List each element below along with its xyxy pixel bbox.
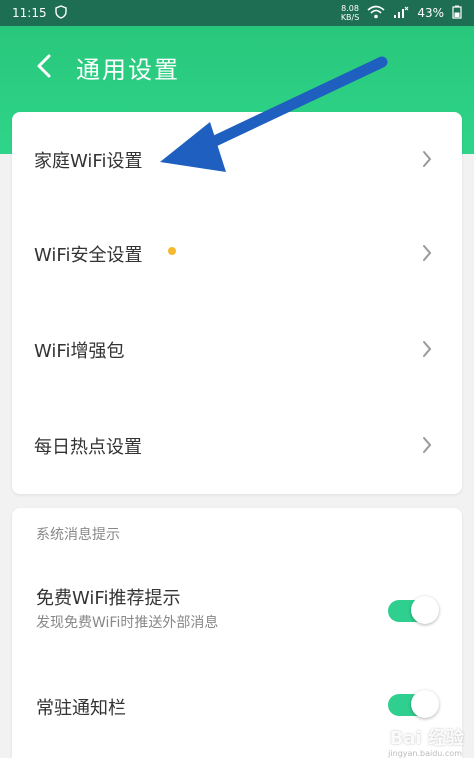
battery-level: 43% — [417, 6, 444, 20]
new-indicator-dot — [168, 247, 177, 255]
option-title: 免费WiFi推荐提示 — [36, 588, 181, 609]
toggle-knob — [411, 596, 439, 624]
toggle-knob — [411, 690, 439, 718]
chevron-right-icon — [423, 151, 432, 167]
settings-item-wifi-security[interactable]: WiFi安全设置 — [12, 206, 462, 302]
settings-card: 家庭WiFi设置 WiFi安全设置 WiFi增强包 每日热点设置 — [12, 112, 462, 494]
shield-icon — [54, 4, 67, 22]
persistent-notification-toggle[interactable] — [388, 690, 439, 718]
page-title: 通用设置 — [76, 56, 180, 84]
watermark-logo: Bai 经验 — [389, 728, 464, 749]
network-speed: 8.08 KB/S — [340, 4, 360, 22]
free-wifi-recommend-toggle[interactable] — [388, 596, 439, 624]
chevron-right-icon — [423, 245, 432, 261]
chevron-right-icon — [423, 341, 432, 357]
settings-item-home-wifi[interactable]: 家庭WiFi设置 — [12, 112, 462, 208]
settings-item-label: WiFi安全设置 — [34, 245, 143, 266]
notifications-card: 系统消息提示 免费WiFi推荐提示 发现免费WiFi时推送外部消息 常驻通知栏 — [12, 508, 462, 758]
settings-item-label: 每日热点设置 — [34, 437, 142, 458]
chevron-right-icon — [423, 437, 432, 453]
settings-item-label: WiFi增强包 — [34, 341, 125, 362]
clock: 11:15 — [12, 6, 47, 20]
battery-icon — [452, 5, 462, 22]
watermark-url: jingyan.baidu.com — [388, 749, 462, 758]
option-title: 常驻通知栏 — [36, 698, 126, 719]
settings-item-wifi-boost[interactable]: WiFi增强包 — [12, 302, 462, 398]
signal-off-icon — [393, 5, 409, 22]
status-bar: 11:15 8.08 KB/S 43% — [0, 0, 474, 26]
settings-item-label: 家庭WiFi设置 — [34, 151, 143, 172]
chevron-left-icon — [37, 54, 51, 78]
settings-item-daily-hotspot[interactable]: 每日热点设置 — [12, 398, 462, 494]
option-subtitle: 发现免费WiFi时推送外部消息 — [36, 615, 219, 631]
wifi-icon — [367, 5, 385, 22]
section-title: 系统消息提示 — [36, 527, 120, 543]
back-button[interactable] — [30, 52, 58, 80]
